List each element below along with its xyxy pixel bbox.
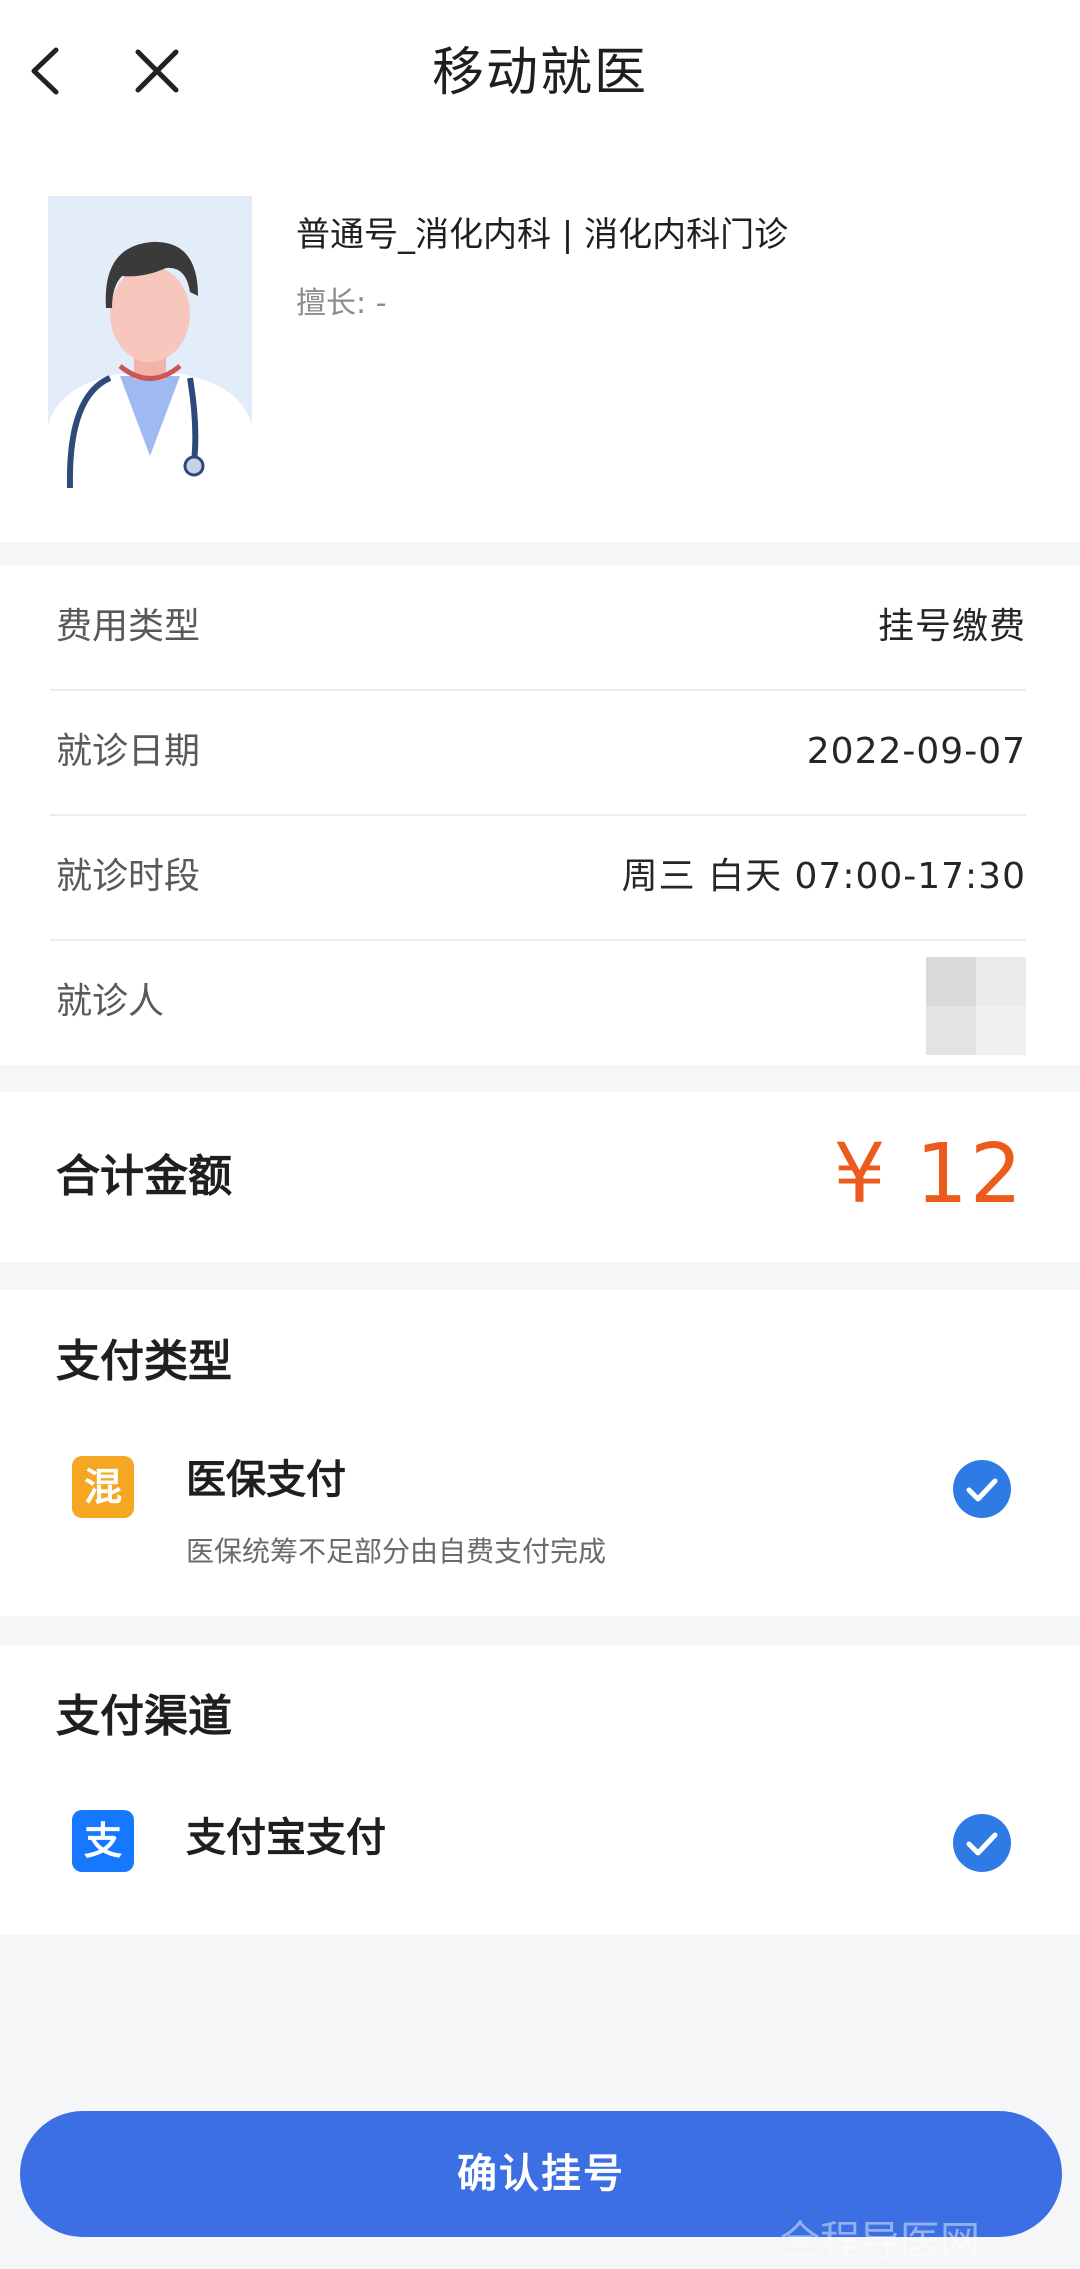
detail-label: 就诊日期 [56,731,201,772]
total-label: 合计金额 [56,1151,232,1202]
insurance-pay-check-icon[interactable] [953,1460,1011,1518]
total-card: 合计金额 ¥ 12 [0,1092,1080,1262]
alipay-check-icon[interactable] [953,1814,1011,1872]
detail-value: 2022-09-07 [806,731,1026,772]
detail-row-patient: 就诊人 [50,940,1026,1064]
doctor-card: 普通号_消化内科 | 消化内科门诊 擅长: - [0,150,1080,542]
detail-row-fee-type: 费用类型 挂号缴费 [50,565,1026,691]
alipay-icon: 支 [72,1810,134,1872]
payment-type-section: 支付类型 混 医保支付 医保统筹不足部分由自费支付完成 [0,1290,1080,1616]
section-title: 支付类型 [56,1336,232,1387]
total-amount: ¥ 12 [833,1127,1024,1222]
top-bar: 移动就医 [0,0,1080,150]
detail-row-visit-period: 就诊时段 周三 白天 07:00-17:30 [50,815,1026,941]
doctor-title: 普通号_消化内科 | 消化内科门诊 [296,215,789,255]
detail-label: 就诊时段 [56,856,201,897]
detail-label: 费用类型 [56,606,201,647]
detail-label: 就诊人 [56,981,165,1022]
alipay-label[interactable]: 支付宝支付 [186,1810,386,1866]
doctor-specialty: 擅长: - [296,286,387,321]
insurance-pay-desc: 医保统筹不足部分由自费支付完成 [186,1535,607,1568]
section-title: 支付渠道 [56,1691,232,1742]
detail-row-visit-date: 就诊日期 2022-09-07 [50,690,1026,816]
patient-name-mosaic [926,957,1026,1055]
page-title: 移动就医 [431,43,648,103]
detail-value: 周三 白天 07:00-17:30 [621,856,1026,897]
detail-value: 挂号缴费 [877,606,1026,647]
doctor-avatar [48,196,252,488]
payment-channel-section: 支付渠道 支 支付宝支付 [0,1645,1080,1935]
mixed-payment-icon: 混 [72,1456,134,1518]
watermark: 全程导医网 [780,2218,980,2264]
visit-details: 费用类型 挂号缴费 就诊日期 2022-09-07 就诊时段 周三 白天 07:… [0,565,1080,1065]
insurance-pay-label[interactable]: 医保支付 [186,1452,346,1508]
